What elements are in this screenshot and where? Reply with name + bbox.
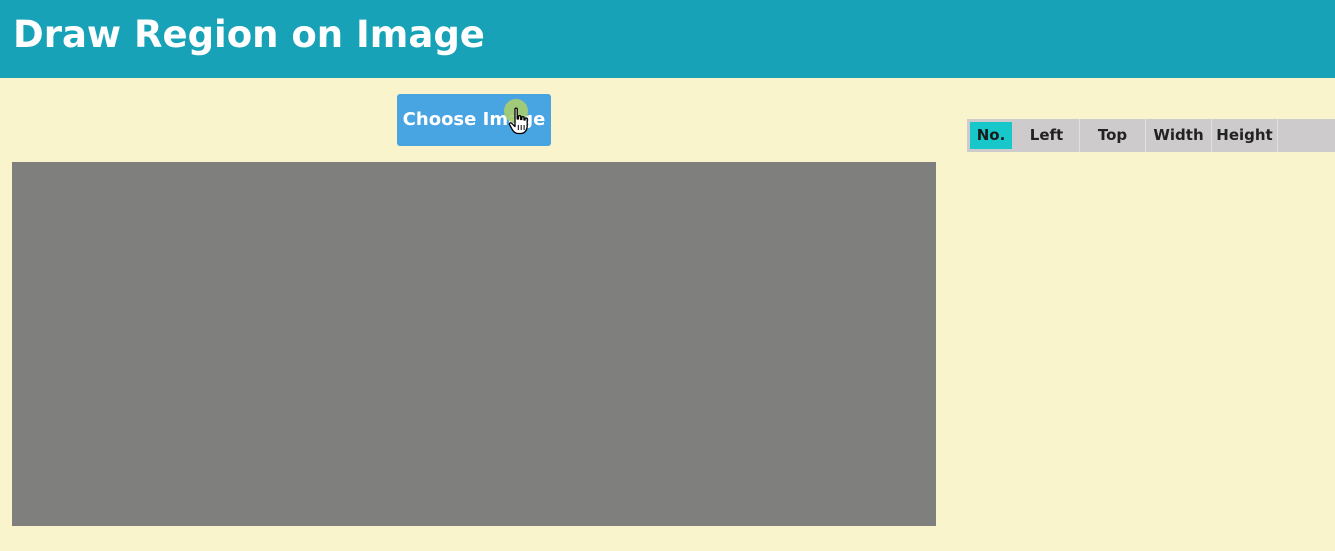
column-header-no[interactable]: No. xyxy=(970,122,1012,149)
column-header-top[interactable]: Top xyxy=(1080,119,1146,152)
column-header-left[interactable]: Left xyxy=(1014,119,1080,152)
column-header-actions xyxy=(1278,119,1335,152)
app-header: Draw Region on Image xyxy=(0,0,1335,78)
choose-image-button[interactable]: Choose Image xyxy=(397,94,551,146)
column-header-height[interactable]: Height xyxy=(1212,119,1278,152)
column-header-width[interactable]: Width xyxy=(1146,119,1212,152)
page-title: Draw Region on Image xyxy=(13,13,485,56)
image-canvas[interactable] xyxy=(12,162,936,526)
regions-table: No. Left Top Width Height xyxy=(967,119,1335,152)
